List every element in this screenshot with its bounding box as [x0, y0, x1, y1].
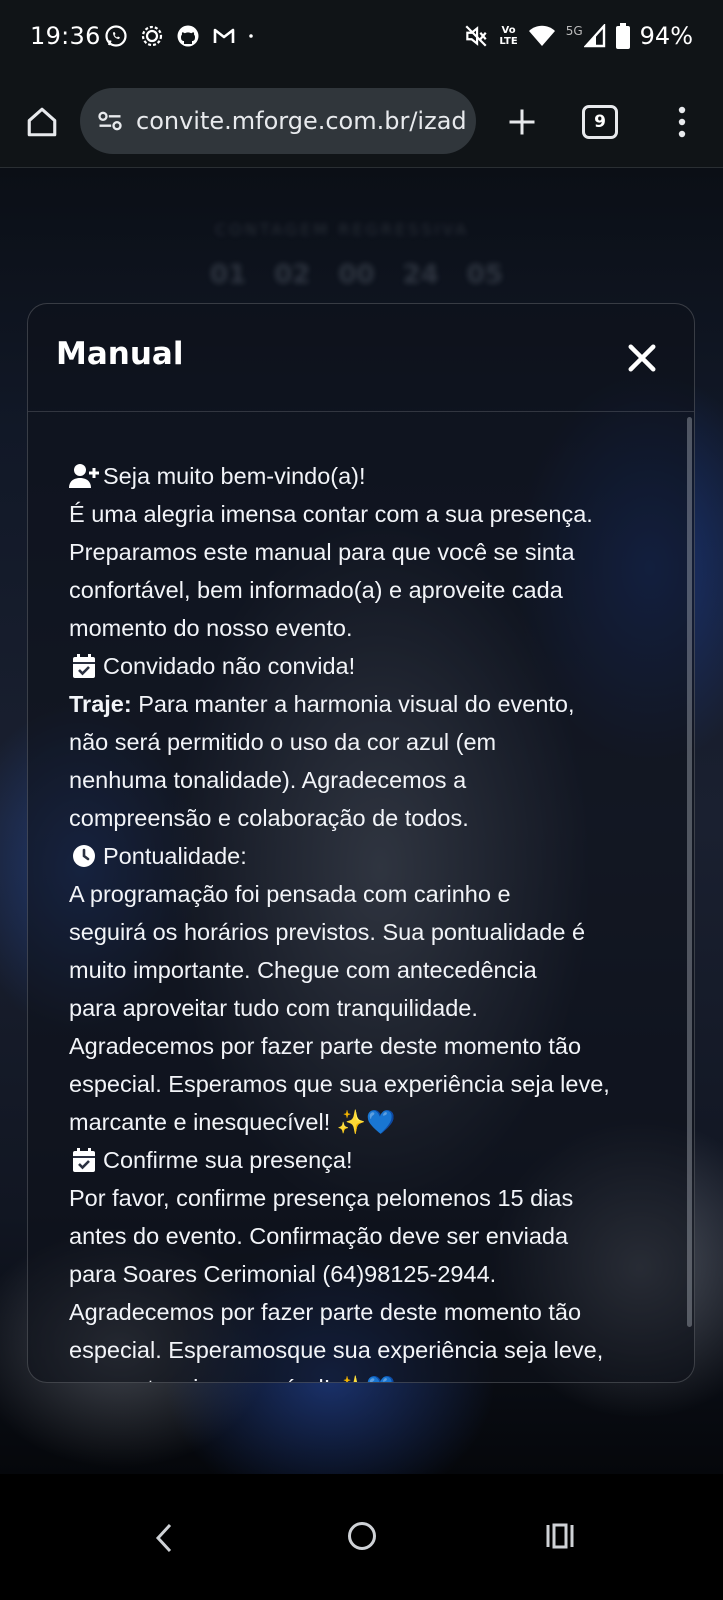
text-line: antes do evento. Confirmação deve ser en… [69, 1223, 569, 1249]
countdown-value: 24 [402, 260, 439, 290]
site-settings-icon[interactable] [92, 103, 128, 139]
manual-text: Seja muito bem-vindo(a)! É uma alegria i… [69, 457, 677, 1382]
plus-icon [509, 109, 535, 135]
close-icon [628, 344, 656, 372]
mute-icon [465, 25, 487, 47]
user-plus-icon [69, 461, 99, 491]
countdown-value: 05 [466, 260, 503, 290]
home-circle-icon [348, 1522, 376, 1550]
status-time: 19:36 [30, 22, 101, 50]
text-line: Agradecemos por fazer parte deste moment… [69, 1033, 582, 1059]
countdown-value: 01 [210, 260, 247, 290]
manual-modal: Manual Seja muito bem-vindo(a)! É uma al… [27, 303, 695, 1383]
text-line: Para manter a harmonia visual do evento, [131, 691, 575, 717]
calendar-check-icon [69, 1145, 99, 1175]
home-button[interactable] [20, 100, 64, 144]
text-line: especial. Esperamos que sua experiência … [69, 1071, 610, 1097]
text-line: para aproveitar tudo com tranquilidade. [69, 995, 478, 1021]
modal-title: Manual [56, 336, 184, 372]
countdown-value: 02 [274, 260, 311, 290]
text-line: marcante e inesquecível! ✨💙 [69, 1369, 677, 1382]
modal-header: Manual [28, 304, 694, 412]
browser-toolbar: convite.mforge.com.br/izad 9 [0, 78, 723, 168]
tab-count: 9 [594, 112, 606, 132]
url-text[interactable]: convite.mforge.com.br/izad [136, 107, 467, 135]
text-line: momento do nosso evento. [69, 615, 353, 641]
clock-icon [69, 841, 99, 871]
browser-menu-button[interactable] [664, 100, 700, 144]
battery-level: 94% [639, 22, 693, 50]
section-heading: Convidado não convida! [103, 653, 356, 679]
status-bar: 19:36 Vo LTE 5G 94% [0, 0, 723, 78]
recents-icon [546, 1523, 574, 1549]
text-line: confortável, bem informado(a) e aproveit… [69, 577, 563, 603]
countdown: 01 02 00 24 05 [210, 260, 503, 290]
text-line: Preparamos este manual para que você se … [69, 539, 575, 565]
modal-scrollbar[interactable] [687, 417, 692, 1327]
home-icon [27, 107, 57, 137]
gmail-icon [213, 28, 235, 43]
text-line: Agradecemos por fazer parte deste moment… [69, 1299, 582, 1325]
system-icons: Vo LTE 5G 94% [463, 22, 693, 50]
countdown-value: 00 [338, 260, 375, 290]
countdown-label: CONTAGEM REGRESSIVA [215, 220, 470, 239]
battery-icon [615, 23, 630, 49]
welcome-heading: Seja muito bem-vindo(a)! [103, 463, 366, 489]
back-button[interactable] [146, 1514, 182, 1562]
wifi-icon [528, 25, 555, 46]
calendar-check-icon [69, 651, 99, 681]
dot-icon [249, 34, 253, 38]
5g-signal-icon: 5G [566, 24, 606, 48]
text-line: para Soares Cerimonial (64)98125-2944. [69, 1261, 497, 1287]
text-line: marcante e inesquecível! ✨💙 [69, 1109, 396, 1135]
tab-switcher-button[interactable]: 9 [582, 105, 618, 139]
address-bar[interactable]: convite.mforge.com.br/izad [80, 88, 476, 154]
section-heading: Confirme sua presença! [103, 1147, 353, 1173]
close-button[interactable] [624, 340, 660, 376]
text-line: nenhuma tonalidade). Agradecemos a [69, 767, 467, 793]
whatsapp-icon [105, 25, 127, 47]
system-nav-bar [0, 1474, 723, 1600]
signal-app-icon [141, 25, 163, 47]
back-icon [155, 1523, 172, 1553]
new-tab-button[interactable] [500, 100, 544, 144]
text-line: Por favor, confirme presença pelomenos 1… [69, 1185, 574, 1211]
text-line: seguirá os horários previstos. Sua pontu… [69, 919, 586, 945]
notification-icons [104, 24, 260, 48]
text-line: É uma alegria imensa contar com a sua pr… [69, 501, 593, 527]
more-vert-icon [678, 106, 686, 138]
recents-button[interactable] [540, 1518, 580, 1554]
text-line: compreensão e colaboração de todos. [69, 805, 469, 831]
modal-body[interactable]: Seja muito bem-vindo(a)! É uma alegria i… [28, 413, 694, 1382]
text-line: não será permitido o uso da cor azul (em [69, 729, 497, 755]
home-nav-button[interactable] [344, 1518, 380, 1554]
section-heading: Pontualidade: [103, 843, 247, 869]
dress-code-label: Traje: [69, 691, 132, 717]
github-icon [177, 25, 199, 47]
text-line: especial. Esperamosque sua experiência s… [69, 1337, 604, 1363]
text-line: muito importante. Chegue com antecedênci… [69, 957, 537, 983]
volte-icon: Vo LTE [499, 25, 518, 47]
text-line: A programação foi pensada com carinho e [69, 881, 511, 907]
